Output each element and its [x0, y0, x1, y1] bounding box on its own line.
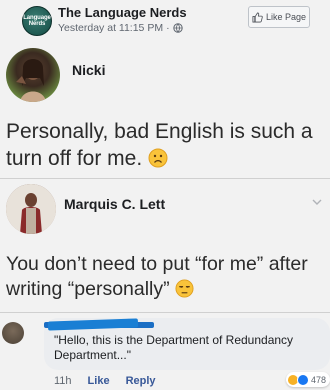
nicki-photo — [16, 59, 46, 102]
reaction-summary[interactable]: 478 — [286, 372, 330, 387]
reply-time[interactable]: 11h — [54, 375, 72, 387]
reply-reply-link[interactable]: Reply — [126, 375, 156, 387]
sad-face-emoji-icon — [148, 148, 168, 168]
comment1-author: Nicki — [72, 62, 106, 78]
commenter-avatar[interactable] — [2, 322, 24, 344]
comment2-text-body: You don’t need to put “for me” after wri… — [6, 253, 308, 300]
reaction-count: 478 — [311, 374, 327, 385]
like-reaction-icon — [297, 373, 309, 386]
like-page-button[interactable]: Like Page — [248, 6, 310, 28]
post-timestamp[interactable]: Yesterday at 11:15 PM — [58, 22, 163, 34]
marquis-photo — [6, 184, 56, 234]
page-name[interactable]: The Language Nerds — [58, 5, 187, 20]
nicki-avatar — [6, 48, 60, 102]
like-page-label: Like Page — [265, 12, 307, 22]
reply-like-link[interactable]: Like — [88, 375, 110, 387]
comment-divider — [0, 178, 330, 179]
meta-separator: · — [166, 22, 170, 34]
reply-comment-text: "Hello, this is the Department of Redund… — [54, 333, 294, 362]
comment2-author: Marquis C. Lett — [64, 196, 166, 212]
reply-actions: 11h Like Reply — [54, 375, 156, 387]
comment2-text: You don’t need to put “for me” after wri… — [6, 252, 328, 302]
page-logo-text: Language Nerds — [23, 15, 51, 27]
thumbs-up-icon — [252, 12, 263, 22]
marquis-avatar — [6, 184, 56, 234]
comment1-text: Personally, bad English is such a turn o… — [6, 118, 328, 172]
image-bottom-divider — [0, 312, 330, 313]
chevron-down-icon[interactable] — [312, 198, 322, 206]
page-logo[interactable]: Language Nerds — [22, 6, 52, 36]
unamused-face-emoji-icon — [175, 279, 194, 298]
post-header: Language Nerds The Language Nerds Yester… — [0, 0, 330, 44]
globe-icon — [172, 23, 183, 33]
post-meta: Yesterday at 11:15 PM · — [58, 22, 183, 34]
